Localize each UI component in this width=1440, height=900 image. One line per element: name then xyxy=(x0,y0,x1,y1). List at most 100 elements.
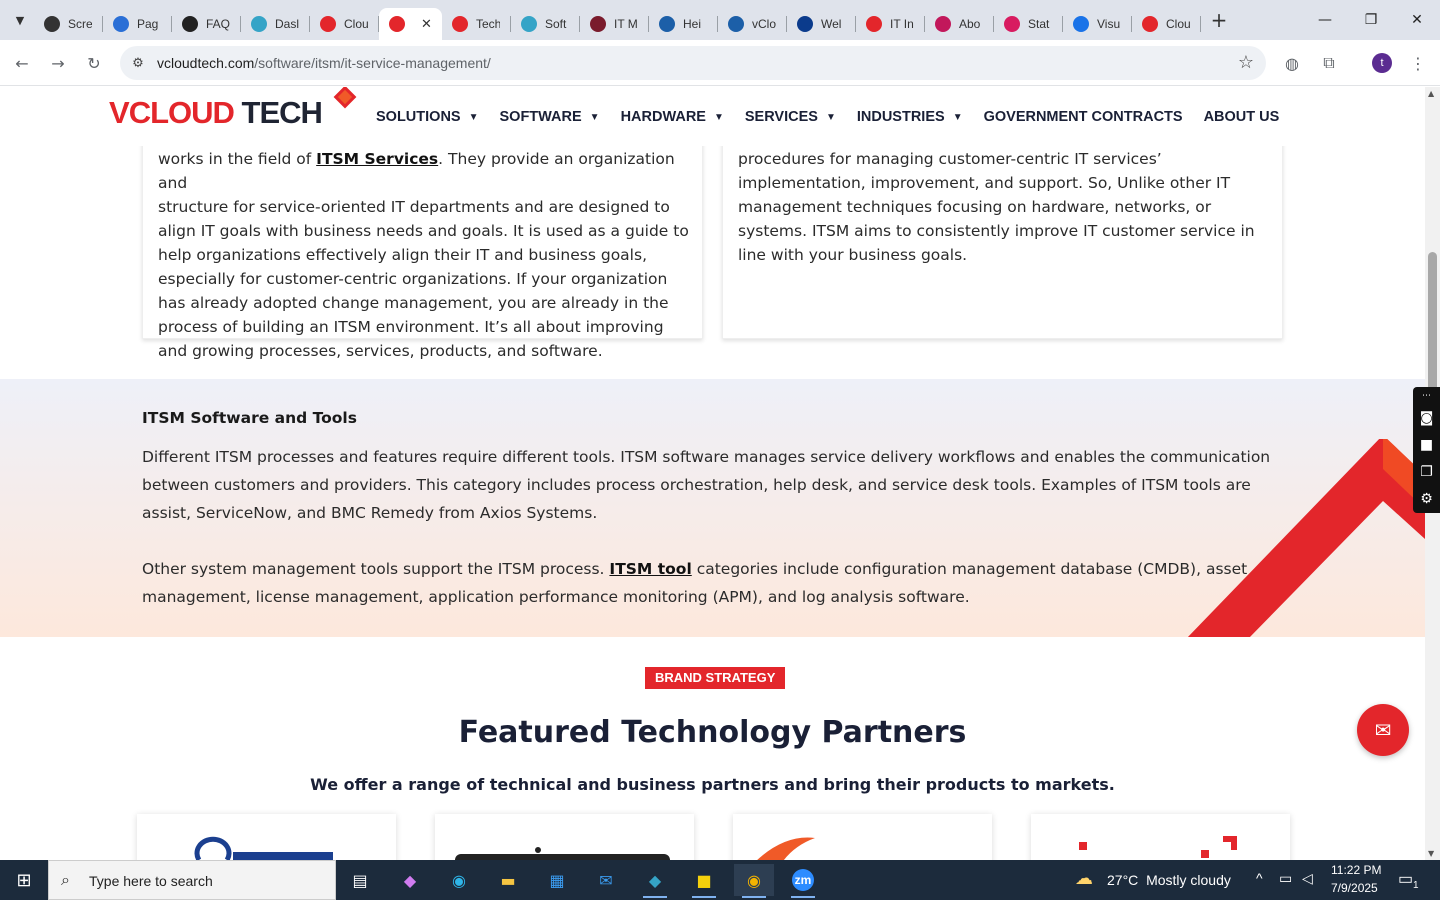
site-info-icon[interactable]: ⚙ xyxy=(128,53,148,73)
weather-widget[interactable]: 27°C Mostly cloudy xyxy=(1107,872,1231,888)
tab-favicon-icon xyxy=(866,16,882,32)
windows-taskbar: ⊞ ⌕ Type here to search ▤ ◆ ◉ ▬ ▦ ✉ ◆ ■ … xyxy=(0,860,1440,900)
browser-tab[interactable]: Pag xyxy=(103,8,172,40)
tab-title: Wel xyxy=(821,17,842,31)
partner-card-3[interactable] xyxy=(733,814,992,860)
volume-icon[interactable]: ◁ xyxy=(1302,870,1313,887)
task-view-icon[interactable]: ▤ xyxy=(340,864,380,896)
chrome-browser-icon[interactable]: ◉ xyxy=(734,864,774,898)
app-diamond-icon[interactable]: ◆ xyxy=(635,864,675,898)
edge-browser-icon[interactable]: ◉ xyxy=(439,864,479,896)
partner-card-4[interactable] xyxy=(1031,814,1290,860)
extensions-puzzle-icon[interactable]: ⧉ xyxy=(1318,52,1340,74)
tab-search-button[interactable]: ▼ xyxy=(6,6,34,34)
browser-tab[interactable]: ✕ xyxy=(379,8,442,40)
bookmark-star-icon[interactable]: ☆ xyxy=(1238,52,1254,73)
browser-tab[interactable]: FAQ xyxy=(172,8,241,40)
partner-logo-1 xyxy=(194,836,333,860)
tool-more-icon[interactable]: ⋯ xyxy=(1413,387,1440,405)
tray-chevron-up-icon[interactable]: ^ xyxy=(1256,870,1263,886)
partner-card-2[interactable] xyxy=(435,814,694,860)
scrollbar-thumb[interactable] xyxy=(1428,252,1437,392)
browser-tab[interactable]: Tech xyxy=(442,8,511,40)
windows-start-icon[interactable]: ⊞ xyxy=(0,860,48,900)
text-line: has already adopted change management, y… xyxy=(158,294,669,312)
browser-tab[interactable]: IT M xyxy=(580,8,649,40)
text-line: between customers and providers. This ca… xyxy=(142,476,1251,494)
browser-tab[interactable]: Hei xyxy=(649,8,718,40)
browser-tab[interactable]: Visu xyxy=(1063,8,1132,40)
browser-tab[interactable]: Abo xyxy=(925,8,994,40)
nav-item-hardware[interactable]: HARDWARE ▼ xyxy=(621,109,724,125)
vcloudtech-logo[interactable]: VCLOUD TECH xyxy=(109,87,357,131)
chat-bubble-button[interactable]: ✉ xyxy=(1357,704,1409,756)
text-line: line with your business goals. xyxy=(738,246,968,264)
profile-avatar[interactable]: t xyxy=(1372,53,1392,73)
tab-close-icon[interactable]: ✕ xyxy=(421,16,432,32)
taskbar-search-box[interactable]: ⌕ Type here to search xyxy=(48,860,336,900)
text-line: Different ITSM processes and features re… xyxy=(142,448,1271,466)
scroll-down-arrow-icon[interactable]: ▼ xyxy=(1428,849,1434,858)
url-text[interactable]: vcloudtech.com/software/itsm/it-service-… xyxy=(157,55,491,71)
browser-tab[interactable]: Stat xyxy=(994,8,1063,40)
file-explorer-icon[interactable]: ▬ xyxy=(488,864,528,896)
window-capture-icon[interactable]: ❐ xyxy=(1413,459,1440,486)
minimize-button[interactable]: — xyxy=(1302,0,1348,40)
itsm-tool-link[interactable]: ITSM tool xyxy=(609,560,691,578)
clock-date[interactable]: 7/9/2025 xyxy=(1331,881,1378,895)
partner-logo-3 xyxy=(757,837,815,860)
reload-button[interactable]: ↻ xyxy=(80,49,108,77)
browser-tab[interactable]: Clou xyxy=(310,8,379,40)
network-icon[interactable]: ▭ xyxy=(1279,870,1292,887)
mail-icon[interactable]: ✉ xyxy=(586,864,626,896)
browser-tab[interactable]: IT In xyxy=(856,8,925,40)
microsoft-store-icon[interactable]: ▦ xyxy=(537,864,577,896)
tab-favicon-icon xyxy=(521,16,537,32)
nav-item-services[interactable]: SERVICES ▼ xyxy=(745,109,836,125)
sticky-notes-icon[interactable]: ■ xyxy=(684,864,724,898)
nav-item-software[interactable]: SOFTWARE ▼ xyxy=(500,109,600,125)
nav-item-solutions[interactable]: SOLUTIONS ▼ xyxy=(376,109,479,125)
notification-icon[interactable]: ▭ xyxy=(1398,869,1413,889)
text-line: align IT goals with business needs and g… xyxy=(158,222,689,240)
screen-capture-toolbar: ⋯ ◙ ■ ❐ ⚙ xyxy=(1413,387,1440,513)
browser-tab[interactable]: Clou xyxy=(1132,8,1201,40)
tab-favicon-icon xyxy=(590,16,606,32)
clock-time[interactable]: 11:22 PM xyxy=(1331,863,1381,877)
browser-tab[interactable]: Scre xyxy=(34,8,103,40)
back-button[interactable]: ← xyxy=(8,49,36,77)
text-fragment: works in the field of xyxy=(158,150,317,168)
notification-count: 1 xyxy=(1413,880,1419,891)
weather-cloud-icon[interactable]: ☁ xyxy=(1075,868,1093,889)
close-window-button[interactable]: ✕ xyxy=(1394,0,1440,40)
camera-icon[interactable]: ◙ xyxy=(1413,405,1440,432)
nav-item-government-contracts[interactable]: GOVERNMENT CONTRACTS xyxy=(984,109,1183,125)
partner-card-1[interactable] xyxy=(137,814,396,860)
itsm-tools-paragraph-1: Different ITSM processes and features re… xyxy=(142,443,1282,527)
nav-item-industries[interactable]: INDUSTRIES ▼ xyxy=(857,109,963,125)
tab-favicon-icon xyxy=(44,16,60,32)
settings-gear-icon[interactable]: ⚙ xyxy=(1413,486,1440,513)
omnibox[interactable]: ⚙ vcloudtech.com/software/itsm/it-servic… xyxy=(120,46,1266,80)
maximize-button[interactable]: ❐ xyxy=(1348,0,1394,40)
brand-strategy-badge: BRAND STRATEGY xyxy=(645,667,786,689)
video-camera-icon[interactable]: ■ xyxy=(1413,432,1440,459)
browser-menu-icon[interactable]: ⋮ xyxy=(1407,52,1429,74)
copilot-icon[interactable]: ◆ xyxy=(390,864,430,896)
globe-icon[interactable]: ◍ xyxy=(1281,52,1303,74)
browser-tab[interactable]: Dasl xyxy=(241,8,310,40)
nav-item-about-us[interactable]: ABOUT US xyxy=(1204,109,1280,125)
browser-tab[interactable]: Soft xyxy=(511,8,580,40)
scroll-up-arrow-icon[interactable]: ▲ xyxy=(1428,89,1434,98)
forward-button[interactable]: → xyxy=(44,49,72,77)
tab-favicon-icon xyxy=(1142,16,1158,32)
logo-cloud: CLOUD xyxy=(128,95,235,130)
browser-tab[interactable]: vClo xyxy=(718,8,787,40)
featured-partners-subtitle: We offer a range of technical and busine… xyxy=(310,775,1115,794)
browser-tab[interactable]: Wel xyxy=(787,8,856,40)
itsm-services-link[interactable]: ITSM Services xyxy=(316,150,438,168)
new-tab-button[interactable]: + xyxy=(1205,6,1233,34)
zoom-icon[interactable]: zm xyxy=(783,864,823,898)
caret-down-icon: ▼ xyxy=(468,111,479,123)
tab-title: IT In xyxy=(890,17,914,31)
